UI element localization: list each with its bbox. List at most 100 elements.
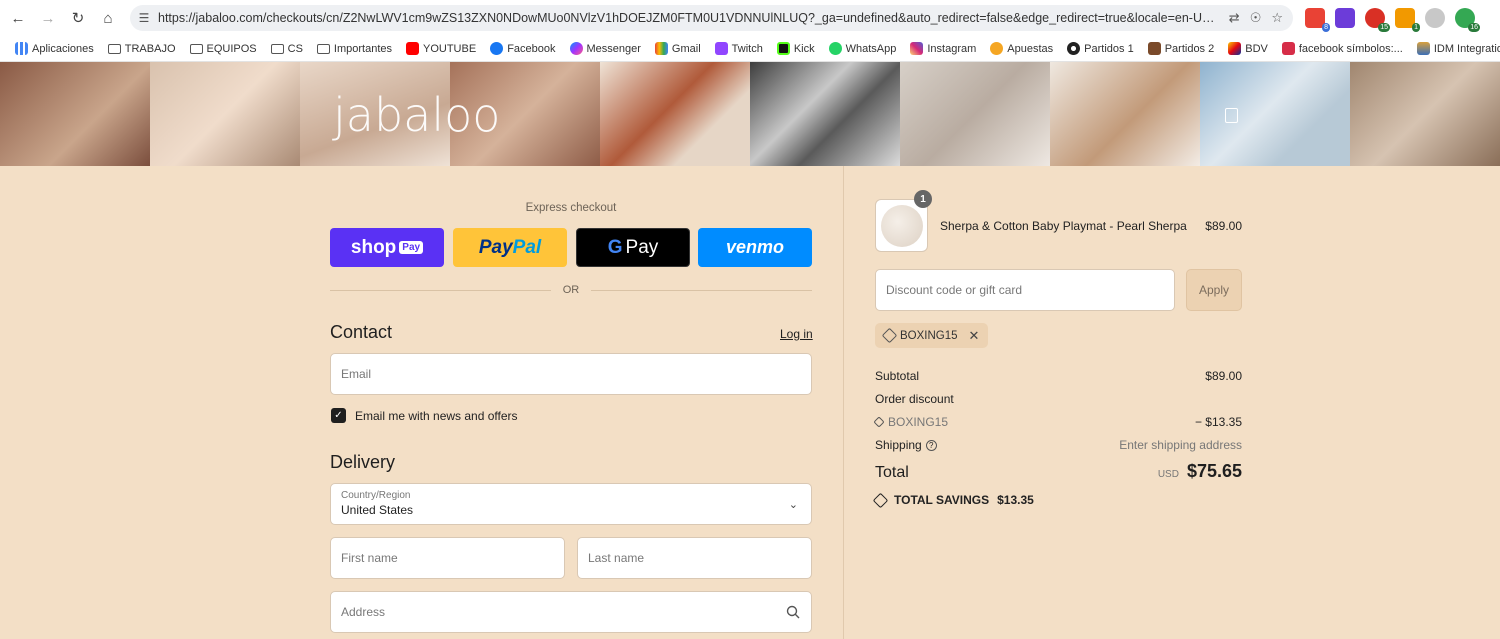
email-input[interactable] — [341, 367, 811, 381]
first-name-input[interactable] — [341, 551, 564, 565]
bookmark-twitch[interactable]: Twitch — [708, 42, 770, 55]
first-name-field[interactable] — [330, 537, 565, 579]
folder-icon — [107, 43, 121, 54]
apply-button[interactable]: Apply — [1186, 269, 1242, 311]
discount-field[interactable] — [875, 269, 1175, 311]
email-field[interactable] — [330, 353, 812, 395]
translate-icon[interactable]: ⇄ — [1229, 10, 1240, 26]
shipping-value: Enter shipping address — [1119, 438, 1242, 452]
google-pay-button[interactable]: G Pay — [576, 228, 690, 267]
folder-icon — [270, 43, 284, 54]
bookmark-idm[interactable]: IDM Integration Mo... — [1410, 42, 1500, 55]
home-icon[interactable]: ⌂ — [93, 3, 123, 33]
reload-icon[interactable]: ↻ — [63, 3, 93, 33]
applied-discount-chip: BOXING15 ✕ — [875, 323, 989, 348]
banner-photo — [1200, 62, 1350, 166]
total-label: Total — [875, 464, 909, 481]
country-select[interactable]: Country/Region United States ⌄ — [330, 483, 812, 525]
store-logo[interactable]: jabaloo — [333, 88, 500, 142]
total-row: Total USD $75.65 — [875, 461, 1242, 482]
extension-3-icon[interactable]: 15 — [1365, 8, 1390, 32]
extension-2-icon[interactable] — [1335, 8, 1355, 28]
bookmark-instagram[interactable]: Instagram — [903, 42, 983, 55]
idm-icon — [1416, 42, 1430, 55]
bookmark-youtube[interactable]: YOUTUBE — [399, 42, 483, 55]
banner-photo — [900, 62, 1050, 166]
google-g-icon: G — [607, 236, 623, 258]
subtotal-label: Subtotal — [875, 369, 920, 383]
bookmark-apps[interactable]: Aplicaciones — [8, 42, 101, 55]
extension-5-icon[interactable] — [1425, 8, 1445, 28]
newsletter-checkbox-row[interactable]: ✓ Email me with news and offers — [331, 408, 518, 423]
shipping-label: Shipping — [875, 438, 922, 452]
or-label: OR — [562, 284, 580, 296]
remove-discount-icon[interactable]: ✕ — [969, 328, 980, 344]
country-value: United States — [341, 503, 414, 517]
address-bar[interactable]: ☰ https://jabaloo.com/checkouts/cn/Z2NwL… — [130, 5, 1293, 31]
or-divider: OR — [330, 283, 812, 297]
divider-line — [591, 289, 812, 291]
bookmark-equipos[interactable]: EQUIPOS — [183, 43, 264, 55]
bookmark-partidos-2[interactable]: Partidos 2 — [1141, 42, 1222, 55]
bookmark-messenger[interactable]: Messenger — [563, 42, 648, 55]
bdv-icon — [1228, 42, 1242, 55]
address-field[interactable] — [330, 591, 812, 633]
shipping-row: Shipping? Enter shipping address — [875, 438, 1242, 452]
divider-line — [330, 289, 551, 291]
discount-code: BOXING15 — [888, 415, 949, 429]
last-name-field[interactable] — [577, 537, 812, 579]
bookmark-bdv[interactable]: BDV — [1221, 42, 1275, 55]
delivery-heading: Delivery — [330, 452, 396, 472]
savings-label: TOTAL SAVINGS — [894, 493, 990, 507]
extension-1-icon[interactable]: 8 — [1305, 8, 1330, 32]
site-info-icon[interactable]: ☰ — [130, 11, 158, 25]
bookmark-facebook[interactable]: Facebook — [483, 42, 562, 55]
bookmark-importantes[interactable]: Importantes — [310, 43, 399, 55]
bookmark-facebook-symbols[interactable]: facebook símbolos:... — [1275, 42, 1410, 55]
subtotal-row: Subtotal $89.00 — [875, 369, 1242, 383]
help-icon[interactable]: ? — [925, 440, 937, 452]
order-discount-row: Order discount — [875, 392, 1242, 406]
facebook-symbols-icon — [1281, 42, 1295, 55]
bookmark-whatsapp[interactable]: WhatsApp — [822, 42, 904, 55]
twitch-icon — [714, 42, 728, 55]
checkmark-icon[interactable]: ✓ — [331, 408, 346, 423]
tag-icon — [872, 492, 889, 508]
banner-photo — [0, 62, 150, 166]
forward-icon[interactable]: → — [33, 3, 63, 33]
bookmark-trabajo[interactable]: TRABAJO — [101, 43, 183, 55]
venmo-button[interactable]: venmo — [698, 228, 812, 267]
bookmark-partidos-1[interactable]: Partidos 1 — [1060, 42, 1141, 55]
discount-input[interactable] — [886, 283, 1174, 297]
last-name-input[interactable] — [588, 551, 811, 565]
kick-icon — [776, 42, 790, 55]
apuestas-icon — [990, 42, 1004, 55]
search-icon[interactable] — [786, 605, 800, 619]
bookmarks-bar: Aplicaciones TRABAJO EQUIPOS CS Importan… — [0, 36, 1500, 62]
back-icon[interactable]: ← — [3, 3, 33, 33]
youtube-icon — [406, 42, 419, 55]
bookmark-gmail[interactable]: Gmail — [648, 42, 708, 55]
login-link[interactable]: Log in — [780, 327, 813, 341]
store-banner — [0, 62, 1500, 166]
product-price: $89.00 — [1205, 219, 1242, 233]
partidos-icon — [1147, 42, 1161, 55]
address-input[interactable] — [341, 605, 786, 619]
shop-pay-button[interactable]: shop Pay — [330, 228, 444, 267]
chevron-down-icon: ⌄ — [788, 499, 798, 511]
gmail-icon — [654, 42, 668, 55]
extension-6-icon[interactable]: 16 — [1455, 8, 1480, 32]
banner-photo — [750, 62, 900, 166]
star-icon[interactable]: ☆ — [1271, 10, 1283, 26]
eye-off-icon[interactable]: ☉ — [1250, 10, 1262, 26]
extension-4-icon[interactable]: 1 — [1395, 8, 1420, 32]
discount-value: − $13.35 — [1194, 415, 1242, 429]
url-text[interactable]: https://jabaloo.com/checkouts/cn/Z2NwLWV… — [158, 11, 1219, 25]
bookmark-kick[interactable]: Kick — [770, 42, 822, 55]
contact-heading: Contact — [330, 322, 393, 342]
discount-code-row: BOXING15 − $13.35 — [873, 415, 1242, 429]
cart-icon[interactable] — [1225, 108, 1238, 123]
bookmark-apuestas[interactable]: Apuestas — [983, 42, 1060, 55]
bookmark-cs[interactable]: CS — [264, 43, 310, 55]
paypal-button[interactable]: Pay Pal — [453, 228, 567, 267]
